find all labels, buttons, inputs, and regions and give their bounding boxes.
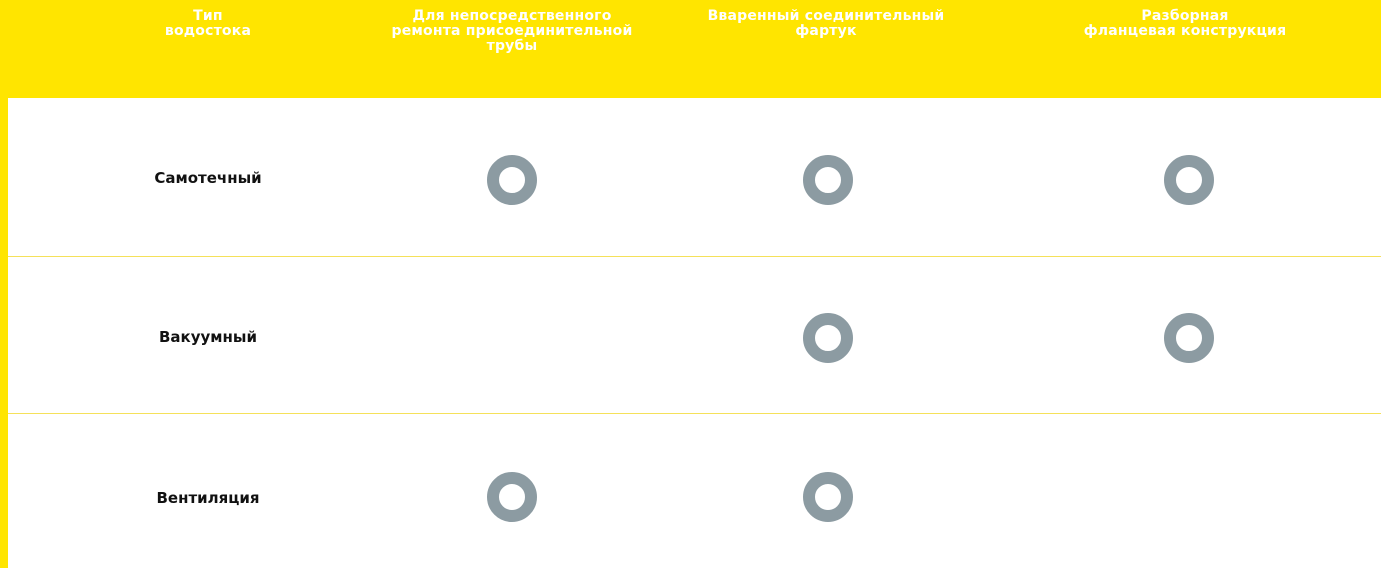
header-line: трубы (486, 38, 538, 54)
left-accent-bar (0, 0, 8, 568)
header-line: фланцевая конструкция (1083, 23, 1287, 39)
ring-icon (1164, 155, 1214, 205)
ring-icon (803, 155, 853, 205)
table-header: Тип водостока Для непосредственного ремо… (0, 0, 1381, 98)
header-line: водостока (164, 23, 252, 39)
header-line: Вваренный соединительный (707, 8, 945, 24)
ring-icon (803, 313, 853, 363)
ring-icon (1164, 313, 1214, 363)
comparison-table: Тип водостока Для непосредственного ремо… (0, 0, 1381, 568)
table-row: Вентиляция (8, 414, 1381, 568)
table-row: Вакуумный (8, 257, 1381, 414)
row-label: Вентиляция (156, 489, 260, 507)
header-line: фартук (795, 23, 857, 39)
row-label: Самотечный (154, 169, 262, 187)
header-cell-drain-type: Тип водостока (108, 9, 308, 39)
header-line: ремонта присоединительной (391, 23, 633, 39)
header-cell-direct-repair: Для непосредственного ремонта присоедини… (362, 9, 662, 54)
ring-icon (803, 472, 853, 522)
header-line: Тип (193, 8, 223, 24)
header-cell-flange: Разборная фланцевая конструкция (1035, 9, 1335, 39)
ring-icon (487, 155, 537, 205)
header-line: Разборная (1141, 8, 1229, 24)
header-cell-welded-apron: Вваренный соединительный фартук (680, 9, 972, 39)
table-row: Самотечный (8, 98, 1381, 257)
ring-icon (487, 472, 537, 522)
header-line: Для непосредственного (412, 8, 612, 24)
row-label: Вакуумный (159, 328, 257, 346)
